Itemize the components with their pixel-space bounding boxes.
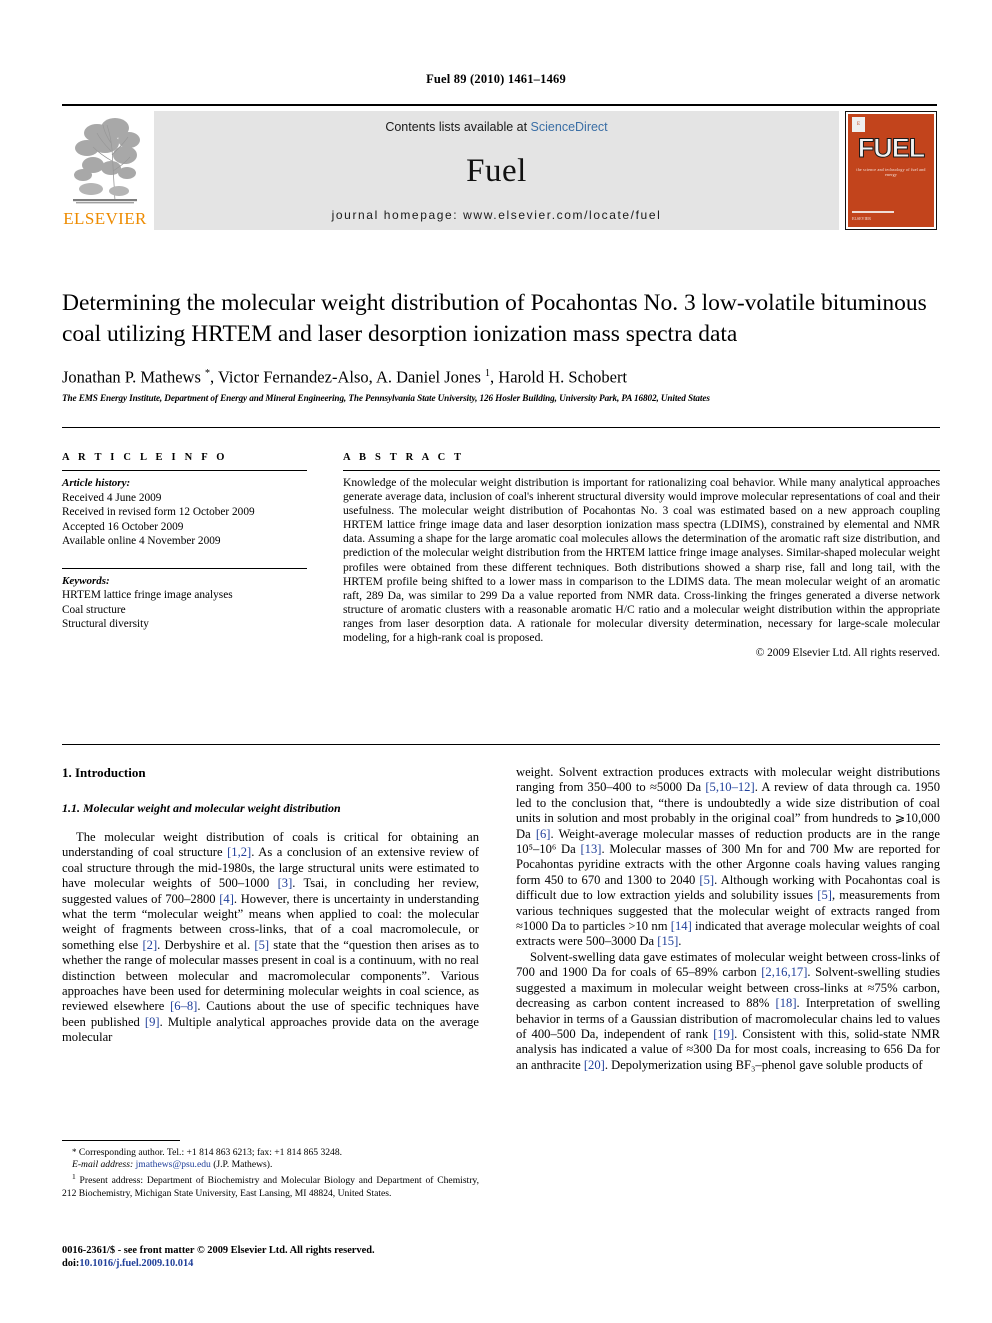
keyword-item: Structural diversity xyxy=(62,618,149,630)
keywords-label: Keywords: xyxy=(62,574,110,587)
article-info-rule xyxy=(62,470,307,471)
cover-title: FUEL xyxy=(857,133,926,163)
keyword-item: Coal structure xyxy=(62,603,126,616)
doi-link[interactable]: 10.1016/j.fuel.2009.10.014 xyxy=(79,1258,193,1269)
cover-publisher-mark: E xyxy=(852,117,865,132)
subsection-heading: 1.1. Molecular weight and molecular weig… xyxy=(62,801,341,815)
contents-lists-line: Contents lists available at ScienceDirec… xyxy=(154,120,839,134)
keyword-item: HRTEM lattice fringe image analyses xyxy=(62,589,233,601)
journal-title: Fuel xyxy=(466,153,527,189)
abstract-copyright: © 2009 Elsevier Ltd. All rights reserved… xyxy=(755,647,940,660)
abstract-rule xyxy=(343,470,940,471)
article-history-item: Received in revised form 12 October 2009 xyxy=(62,506,255,518)
footnote-present-address-text: Present address: Department of Biochemis… xyxy=(62,1175,479,1199)
author-list: Jonathan P. Mathews *, Victor Fernandez-… xyxy=(62,367,628,387)
footnote-area: * Corresponding author. Tel.: +1 814 863… xyxy=(62,1140,479,1200)
footnote-corresponding-author: * Corresponding author. Tel.: +1 814 863… xyxy=(62,1146,479,1159)
doi-line: doi:10.1016/j.fuel.2009.10.014 xyxy=(62,1257,492,1270)
footnote-present-address: 1 Present address: Department of Biochem… xyxy=(62,1171,479,1199)
footnote-corresponding-text: Corresponding author. Tel.: +1 814 863 6… xyxy=(78,1147,343,1158)
keywords-rule xyxy=(62,567,307,569)
footnote-asterisk-marker: * xyxy=(72,1147,77,1157)
journal-cover-image: E FUEL the science and technology of fue… xyxy=(845,111,937,230)
abstract-column: A B S T R A C T Knowledge of the molecul… xyxy=(343,452,940,670)
article-info-heading: A R T I C L E I N F O xyxy=(62,452,228,463)
journal-masthead: ELSEVIER Contents lists available at Sci… xyxy=(62,104,937,230)
contents-lists-prefix: Contents lists available at xyxy=(385,120,531,134)
article-title: Determining the molecular weight distrib… xyxy=(62,290,927,347)
article-info-column: A R T I C L E I N F O Article history: R… xyxy=(62,452,307,632)
cover-footer-label: ELSEVIER xyxy=(852,216,871,221)
masthead-center-panel: Contents lists available at ScienceDirec… xyxy=(154,111,839,230)
footnote-email-suffix: (J.P. Mathews). xyxy=(213,1159,273,1171)
running-head: Fuel 89 (2010) 1461–1469 xyxy=(426,72,566,86)
elsevier-wordmark: ELSEVIER xyxy=(63,209,147,228)
body-paragraph: The molecular weight distribution of coa… xyxy=(62,830,480,1045)
elsevier-logo: ELSEVIER xyxy=(62,111,148,230)
abstract-heading: A B S T R A C T xyxy=(343,452,465,463)
abstract-text: Knowledge of the molecular weight distri… xyxy=(343,476,940,645)
elsevier-tree-icon xyxy=(73,118,140,204)
journal-article-page: Fuel 89 (2010) 1461–1469 ELSEVIER Conten… xyxy=(0,0,992,1323)
body-column-left: 1. Introduction 1.1. Molecular weight an… xyxy=(62,765,479,1046)
journal-homepage-link[interactable]: journal homepage: www.elsevier.com/locat… xyxy=(154,208,839,222)
info-abstract-divider xyxy=(62,427,940,428)
body-column-right: weight. Solvent extraction produces extr… xyxy=(516,765,940,1073)
footnote-one-marker: 1 xyxy=(72,1172,76,1182)
footnote-email-label: E-mail address: xyxy=(72,1159,134,1171)
body-paragraph: Solvent-swelling data gave estimates of … xyxy=(516,949,940,1072)
issn-line: 0016-2361/$ - see front matter © 2009 El… xyxy=(62,1245,375,1256)
body-paragraph: weight. Solvent extraction produces extr… xyxy=(516,765,941,949)
abstract-body-divider xyxy=(62,744,940,745)
affiliation: The EMS Energy Institute, Department of … xyxy=(62,393,710,403)
article-history-item: Available online 4 November 2009 xyxy=(62,535,221,547)
cover-subtitle: the science and technology of fuel and e… xyxy=(856,167,926,177)
footnote-rule xyxy=(62,1140,180,1141)
article-history-item: Accepted 16 October 2009 xyxy=(62,520,184,533)
footnote-email-link[interactable]: jmathews@psu.edu xyxy=(136,1159,211,1170)
cover-footer: ELSEVIER xyxy=(852,211,894,222)
doi-label: doi: xyxy=(62,1258,80,1269)
footnote-email-line: E-mail address: jmathews@psu.edu (J.P. M… xyxy=(62,1159,479,1171)
sciencedirect-link[interactable]: ScienceDirect xyxy=(531,120,608,134)
section-heading-introduction: 1. Introduction xyxy=(62,765,146,780)
imprint-block: 0016-2361/$ - see front matter © 2009 El… xyxy=(62,1244,492,1270)
article-history-item: Received 4 June 2009 xyxy=(62,491,162,504)
article-history-label: Article history: xyxy=(62,477,131,489)
